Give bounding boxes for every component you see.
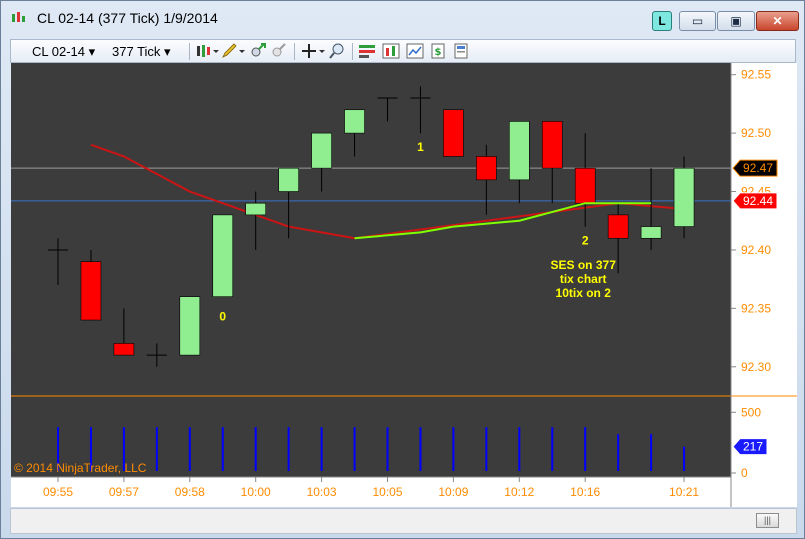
- magnifier-icon[interactable]: [329, 43, 347, 59]
- volume-marker-label: 217: [743, 440, 763, 454]
- swing-label: 0: [219, 310, 226, 324]
- price-tick-label: 92.30: [741, 360, 771, 374]
- price-chart[interactable]: 92.5592.5092.4592.4092.3592.30012SES on …: [11, 63, 797, 507]
- close-icon: ✕: [772, 14, 783, 28]
- horizontal-scrollbar[interactable]: |||: [10, 508, 797, 534]
- candle-body: [113, 343, 135, 356]
- toolbar-separator: [352, 43, 353, 60]
- svg-text:$: $: [435, 47, 442, 58]
- candle-body: [476, 156, 497, 181]
- candle-body: [673, 167, 695, 227]
- chart-properties-icon[interactable]: [406, 43, 424, 59]
- candle-body: [607, 214, 629, 239]
- candle-body: [80, 261, 102, 321]
- link-button[interactable]: L: [652, 11, 672, 31]
- note-text: tix chart: [560, 272, 607, 286]
- time-tick-label: 10:05: [372, 485, 402, 499]
- time-tick-label: 09:55: [43, 485, 73, 499]
- volume-tick-label: 500: [741, 405, 761, 419]
- price-marker-label: 92.47: [743, 161, 773, 175]
- window-title: CL 02-14 (377 Tick) 1/9/2014: [37, 10, 218, 26]
- maximize-icon: ▣: [730, 14, 742, 28]
- chart-toolbar: CL 02-14 ▾ 377 Tick ▾ $: [10, 39, 796, 63]
- plot-background: [11, 63, 731, 477]
- time-tick-label: 10:00: [241, 485, 271, 499]
- chart-app-icon: [12, 12, 25, 22]
- interval-selector[interactable]: 377 Tick ▾: [112, 44, 171, 60]
- toolbar-separator: [294, 43, 295, 60]
- time-tick-label: 09:58: [175, 485, 205, 499]
- candle-body: [278, 167, 299, 192]
- time-tick-label: 09:57: [109, 485, 139, 499]
- candle-body: [640, 226, 662, 239]
- candle-body: [245, 202, 266, 216]
- candle-body: [179, 296, 201, 356]
- note-text: SES on 377: [551, 258, 617, 272]
- chart-window: CL 02-14 (377 Tick) 1/9/2014 L ▭ ▣ ✕ CL …: [0, 0, 805, 539]
- candle-body: [508, 121, 530, 181]
- time-tick-label: 10:09: [438, 485, 468, 499]
- note-text: 10tix on 2: [556, 286, 612, 300]
- instrument-selector[interactable]: CL 02-14 ▾: [32, 44, 95, 60]
- strategies-icon[interactable]: [358, 43, 376, 59]
- zoom-in-icon[interactable]: [249, 43, 267, 59]
- minimize-button[interactable]: ▭: [679, 11, 716, 31]
- swing-label: 1: [417, 140, 424, 154]
- close-button[interactable]: ✕: [756, 11, 799, 31]
- time-tick-label: 10:03: [307, 485, 337, 499]
- toolbar-separator: [189, 43, 190, 60]
- candle-body: [311, 132, 332, 169]
- draw-pencil-icon[interactable]: [221, 43, 245, 59]
- crosshair-icon[interactable]: [301, 43, 325, 59]
- price-tick-label: 92.35: [741, 301, 771, 315]
- maximize-button[interactable]: ▣: [717, 11, 755, 31]
- title-bar[interactable]: CL 02-14 (377 Tick) 1/9/2014 L ▭ ▣ ✕: [1, 1, 804, 35]
- price-tick-label: 92.40: [741, 243, 771, 257]
- price-marker-label: 92.44: [743, 194, 773, 208]
- zoom-out-icon[interactable]: [270, 43, 288, 59]
- candle-body: [212, 214, 234, 297]
- price-tick-label: 92.50: [741, 126, 771, 140]
- candle-body: [541, 121, 563, 169]
- time-tick-label: 10:21: [669, 485, 699, 499]
- data-box-icon[interactable]: [453, 43, 469, 59]
- time-tick-label: 10:12: [504, 485, 534, 499]
- scroll-thumb[interactable]: |||: [756, 513, 779, 528]
- price-tick-label: 92.55: [741, 68, 771, 82]
- candle-body: [443, 109, 464, 157]
- order-ticket-icon[interactable]: $: [430, 43, 446, 59]
- minimize-icon: ▭: [691, 14, 704, 28]
- candlestick-style-icon[interactable]: [195, 43, 219, 59]
- indicators-icon[interactable]: [382, 43, 400, 59]
- candle-body: [344, 109, 365, 134]
- time-tick-label: 10:16: [570, 485, 600, 499]
- copyright-text: © 2014 NinjaTrader, LLC: [14, 461, 147, 475]
- candle-body: [574, 167, 596, 204]
- swing-label: 2: [582, 234, 589, 248]
- volume-tick-label: 0: [741, 466, 748, 480]
